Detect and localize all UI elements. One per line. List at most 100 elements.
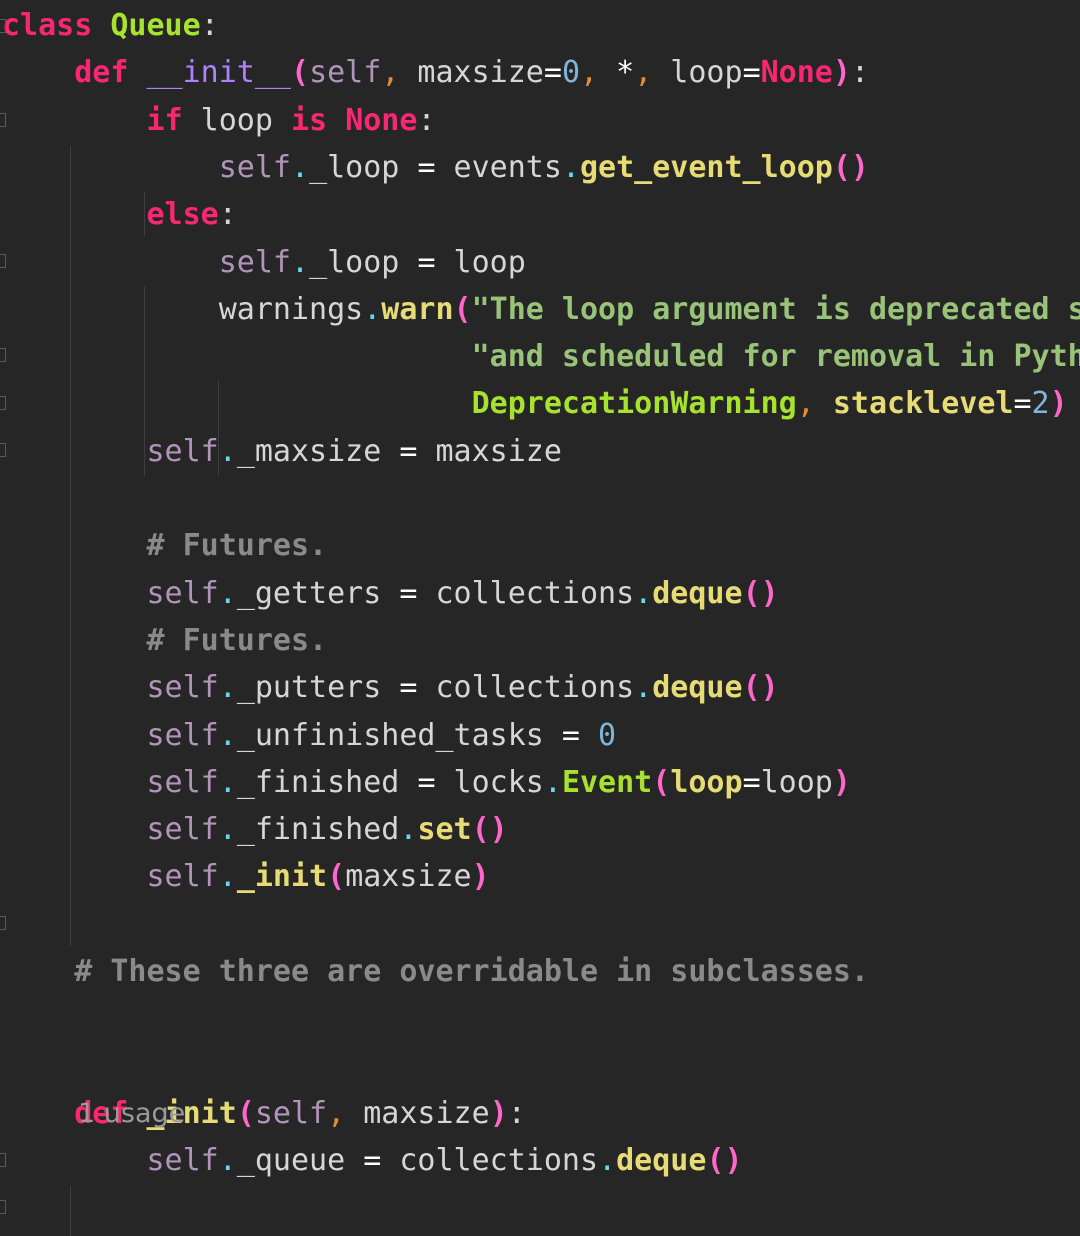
code-token: def (74, 55, 129, 91)
code-token: self (309, 55, 382, 91)
code-token: # Futures. (146, 622, 328, 658)
code-token: ) (832, 764, 851, 800)
code-token: . (634, 575, 653, 611)
indent-guide (70, 1186, 71, 1236)
code-token: _putters (236, 670, 400, 706)
code-line[interactable]: self._getters = collections.deque() (2, 570, 779, 617)
code-token: deque (652, 670, 743, 706)
code-token: loop (652, 55, 743, 91)
code-token: . (218, 859, 237, 895)
code-line[interactable]: DeprecationWarning, stacklevel=2) (2, 380, 1068, 427)
code-line[interactable]: self._queue = collections.deque() (2, 1137, 743, 1184)
code-token: deque (616, 1143, 707, 1179)
code-token: _loop (309, 244, 418, 280)
code-token: () (471, 812, 508, 848)
code-token: # Futures. (146, 528, 328, 564)
code-token: ( (236, 1095, 255, 1131)
code-line[interactable]: self._finished = locks.Event(loop=loop) (2, 759, 851, 806)
code-token: : (218, 197, 237, 233)
code-token: Queue (110, 8, 201, 43)
code-token: loop (670, 764, 743, 800)
code-token: DeprecationWarning (471, 386, 797, 422)
code-token: maxsize (345, 859, 472, 895)
code-token: _finished (236, 812, 400, 848)
code-line[interactable]: class Queue: (2, 2, 219, 49)
code-token: collections (417, 575, 635, 611)
code-token: set (417, 812, 472, 848)
code-token: locks (435, 764, 544, 800)
code-token: _finished (236, 764, 418, 800)
fold-marker-icon[interactable] (0, 113, 6, 127)
code-line[interactable]: self._maxsize = maxsize (2, 428, 562, 475)
code-token: . (399, 812, 418, 848)
code-token: is (291, 102, 328, 138)
code-token: , (634, 55, 653, 91)
code-token: events (435, 149, 562, 185)
code-token: . (218, 575, 237, 611)
code-token: * (616, 55, 635, 91)
fold-marker-icon[interactable] (0, 254, 6, 268)
fold-marker-icon[interactable] (0, 1153, 6, 1167)
code-token: . (561, 149, 580, 185)
code-token: . (363, 291, 382, 327)
code-editor[interactable]: class Queue: def __init__(self, maxsize=… (0, 0, 1080, 1236)
code-token: _queue (236, 1143, 364, 1179)
code-token: loop (435, 244, 526, 280)
fold-marker-icon[interactable] (0, 19, 6, 33)
code-token: . (218, 1143, 237, 1179)
fold-marker-icon[interactable] (0, 396, 6, 410)
code-token: () (832, 149, 869, 185)
fold-marker-icon[interactable] (0, 1200, 6, 1214)
code-line[interactable]: self._loop = loop (2, 239, 526, 286)
code-line[interactable]: # These three are overridable in subclas… (2, 948, 869, 995)
code-token: = (742, 55, 761, 91)
code-token: . (543, 764, 562, 800)
code-line[interactable]: self._loop = events.get_event_loop() (2, 144, 869, 191)
code-token: self (146, 717, 219, 753)
code-line[interactable]: if loop is None: (2, 97, 436, 144)
code-line[interactable]: def __init__(self, maxsize=0, *, loop=No… (2, 49, 869, 96)
code-token: () (742, 575, 779, 611)
code-token: warnings (2, 291, 364, 327)
code-line[interactable]: # Futures. (2, 522, 328, 569)
code-line[interactable]: self._finished.set() (2, 806, 508, 853)
fold-marker-icon[interactable] (0, 443, 6, 457)
usage-hint[interactable]: 1 usage (78, 1092, 185, 1136)
code-token: else (146, 197, 219, 233)
code-token: self (146, 764, 219, 800)
code-token: = (417, 764, 436, 800)
code-line[interactable]: # Futures. (2, 617, 328, 664)
code-line[interactable]: self._init(maxsize) (2, 853, 490, 900)
code-line[interactable]: self._putters = collections.deque() (2, 664, 779, 711)
fold-marker-icon[interactable] (0, 348, 6, 362)
code-line[interactable]: else: (2, 191, 237, 238)
code-token: self (146, 575, 219, 611)
code-token: = (543, 55, 562, 91)
fold-marker-icon[interactable] (0, 916, 6, 930)
code-token: . (634, 670, 653, 706)
code-token: self (146, 670, 219, 706)
code-token: stacklevel (832, 386, 1014, 422)
code-token: = (742, 764, 761, 800)
code-line[interactable]: self._unfinished_tasks = 0 (2, 712, 617, 759)
code-line[interactable]: "and scheduled for removal in Pyth (2, 333, 1080, 380)
code-token: "The loop argument is deprecated s (471, 291, 1080, 327)
code-token: None (760, 55, 833, 91)
code-token: , (327, 1095, 346, 1131)
code-token: = (561, 717, 580, 753)
code-token: 0 (598, 717, 617, 753)
code-token: ( (291, 55, 310, 91)
code-token: . (291, 149, 310, 185)
code-token: collections (417, 670, 635, 706)
code-token: deque (652, 575, 743, 611)
code-line[interactable]: warnings.warn("The loop argument is depr… (2, 286, 1080, 333)
